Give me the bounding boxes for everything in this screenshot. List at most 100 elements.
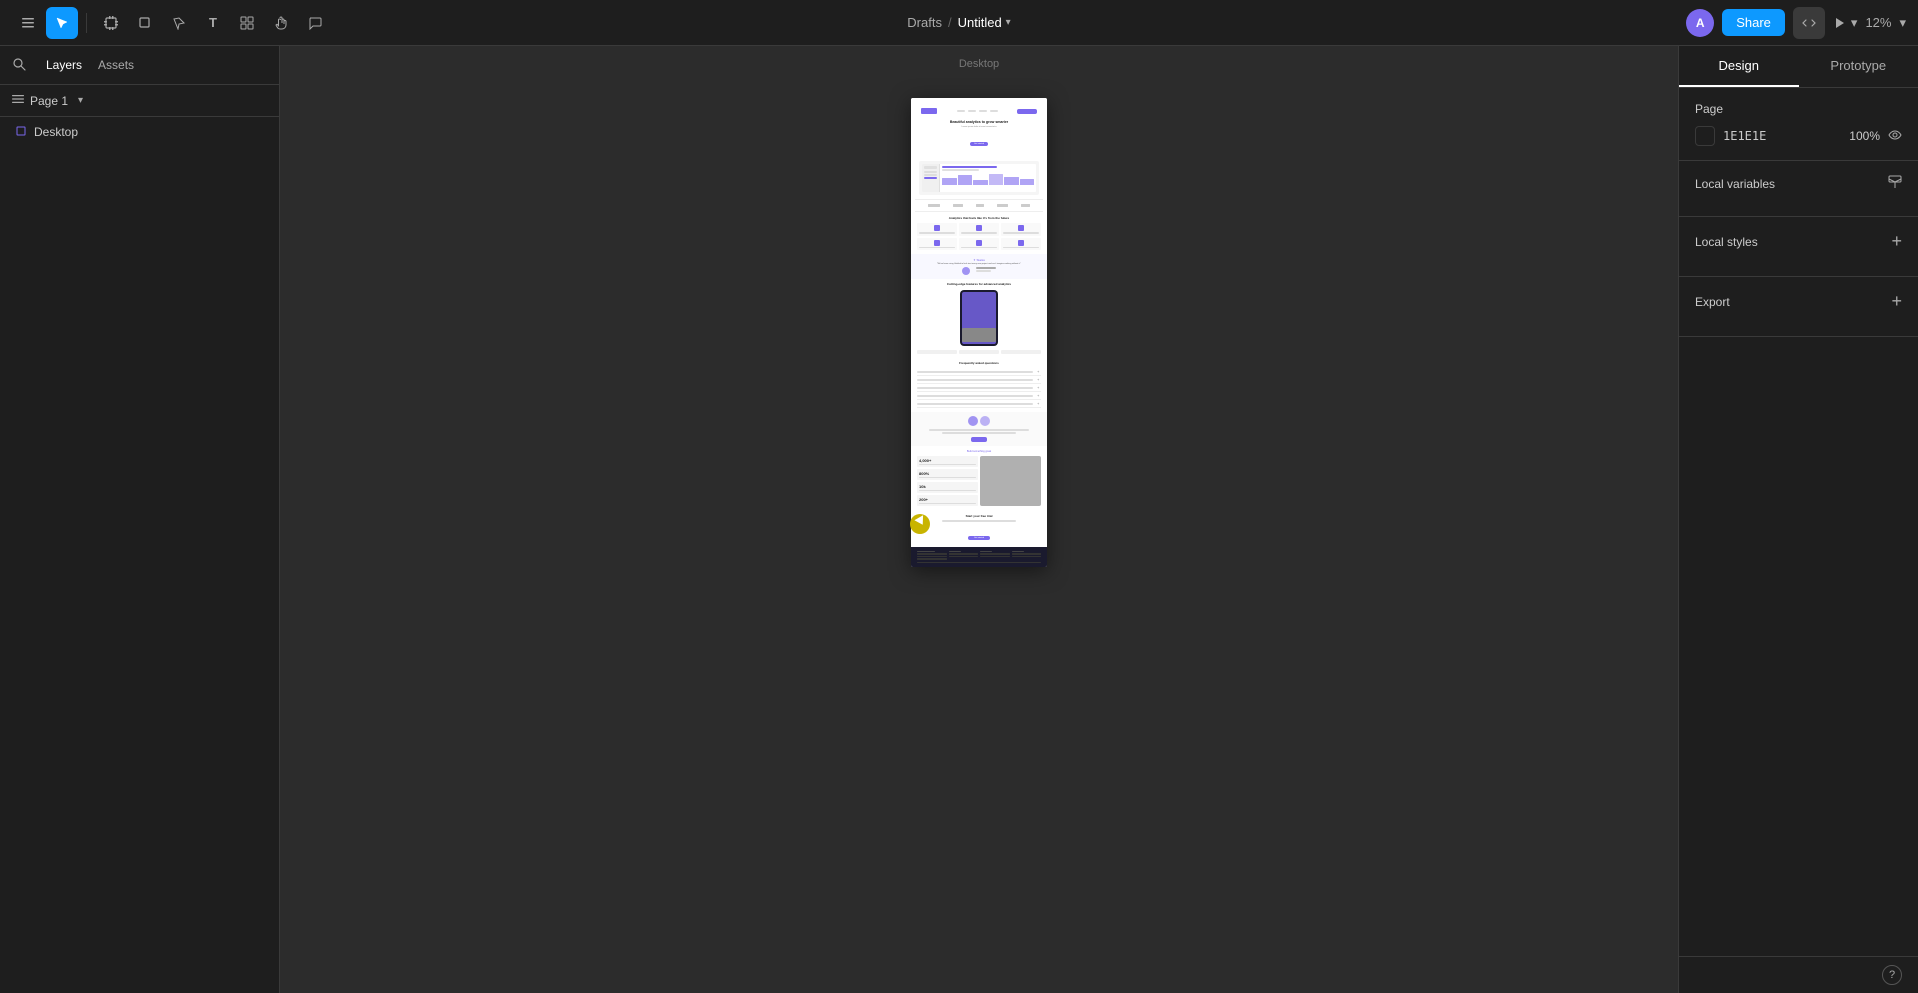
logo-4 — [997, 204, 1008, 207]
select-tool[interactable] — [46, 7, 78, 39]
pen-tool[interactable] — [163, 7, 195, 39]
preview-final-btn: Get started — [968, 536, 990, 540]
feature-2 — [959, 223, 999, 236]
page-color-opacity[interactable]: 100% — [1849, 129, 1880, 143]
prototype-tab[interactable]: Prototype — [1799, 46, 1918, 87]
breadcrumb-current[interactable]: Untitled ▾ — [958, 15, 1011, 30]
preview-stats-section: Build something great 4,000+ 800% — [911, 446, 1047, 510]
feature-1 — [917, 223, 957, 236]
separator-1 — [86, 13, 87, 33]
export-section: Export + — [1679, 277, 1918, 337]
preview-hero-btn: Get started — [970, 142, 988, 146]
layer-item-desktop[interactable]: Desktop — [0, 121, 279, 143]
shape-tool[interactable] — [129, 7, 161, 39]
stat-image — [980, 456, 1041, 506]
feature-3 — [1001, 223, 1041, 236]
zoom-dropdown[interactable]: ▾ — [1899, 15, 1906, 31]
preview-hero-title: Beautiful analytics to grow smarter — [917, 120, 1041, 124]
faq-4: + — [917, 392, 1041, 400]
play-controls[interactable]: ▾ — [1833, 15, 1858, 31]
footer-col-1 — [917, 551, 947, 560]
share-button[interactable]: Share — [1722, 9, 1785, 36]
preview-final-title: Start your free trial — [917, 514, 1041, 518]
footer-col-3 — [980, 551, 1010, 560]
feature-5 — [959, 238, 999, 251]
preview-dash-sidebar — [922, 164, 940, 192]
page-name[interactable]: Page 1 — [30, 94, 68, 108]
tool-group-shapes: T — [95, 7, 331, 39]
preview-features-section: Analytics that feels like it's from the … — [911, 212, 1047, 254]
page-color-row: 1E1E1E 100% — [1695, 126, 1902, 146]
page-label: Page 1 ▾ — [0, 85, 279, 117]
design-tab[interactable]: Design — [1679, 46, 1799, 87]
preview-final-cta-section: Start your free trial Get started — [911, 510, 1047, 547]
page-section-title: Page — [1695, 102, 1723, 116]
components-tool[interactable] — [231, 7, 263, 39]
local-styles-header: Local styles + — [1695, 231, 1902, 252]
preview-features-grid — [917, 223, 1041, 250]
logo-1 — [928, 204, 940, 207]
design-frame[interactable]: Beautiful analytics to grow smarter Lore… — [911, 98, 1047, 567]
local-variables-icon[interactable] — [1888, 175, 1902, 192]
avatar: A — [1686, 9, 1714, 37]
preview-footer-grid — [917, 551, 1041, 560]
main-area: Layers Assets Page 1 ▾ Deskto — [0, 46, 1918, 993]
preview-footer-section — [911, 547, 1047, 568]
feature-6 — [1001, 238, 1041, 251]
faq-3: + — [917, 384, 1041, 392]
canvas[interactable]: Desktop Beautiful analyt — [280, 46, 1678, 993]
preview-testimonial-section: ✦ Statss "We've been using Untitled to k… — [911, 254, 1047, 279]
local-styles-title: Local styles — [1695, 235, 1758, 249]
visibility-icon[interactable] — [1888, 128, 1902, 145]
preview-avatar-row — [917, 267, 1041, 275]
page-color-value[interactable]: 1E1E1E — [1723, 129, 1766, 143]
stat-3: 10k — [917, 482, 978, 493]
preview-advanced-section: Cutting-edge features for advanced analy… — [911, 279, 1047, 357]
preview-adv-title: Cutting-edge features for advanced analy… — [917, 282, 1041, 286]
layers-panel: Desktop — [0, 117, 279, 993]
page-color-swatch[interactable] — [1695, 126, 1715, 146]
layer-name: Desktop — [34, 125, 78, 139]
layers-tab[interactable]: Layers — [46, 54, 82, 76]
footer-col-4 — [1012, 551, 1042, 560]
preview-features-title: Analytics that feels like it's from the … — [917, 216, 1041, 220]
text-tool[interactable]: T — [197, 7, 229, 39]
layer-frame-icon — [16, 125, 26, 139]
page-section: Page 1E1E1E 100% — [1679, 88, 1918, 161]
export-add-icon[interactable]: + — [1891, 291, 1902, 312]
logo-5 — [1021, 204, 1030, 207]
menu-button[interactable] — [12, 7, 44, 39]
logo-3 — [976, 204, 984, 207]
bottom-right: ? — [1679, 956, 1918, 993]
breadcrumb-parent[interactable]: Drafts — [907, 15, 942, 30]
design-preview: Beautiful analytics to grow smarter Lore… — [911, 98, 1047, 567]
toolbar-left: T — [12, 7, 1678, 39]
faq-5: + — [917, 400, 1041, 408]
local-styles-add-icon[interactable]: + — [1891, 231, 1902, 252]
dropdown-icon: ▾ — [1006, 17, 1011, 28]
right-sidebar-tabs: Design Prototype — [1679, 46, 1918, 88]
assets-tab[interactable]: Assets — [98, 54, 134, 76]
comment-tool[interactable] — [299, 7, 331, 39]
toolbar-right: A Share ▾ 12% ▾ — [1686, 7, 1906, 39]
toolbar: T Drafts — [0, 0, 1918, 46]
sidebar-right: Design Prototype Page 1E1E1E 100% — [1678, 46, 1918, 993]
preview-footer-bottom — [917, 562, 1041, 564]
preview-nav-cta — [1017, 109, 1037, 114]
breadcrumb-separator: / — [948, 15, 952, 30]
local-variables-section: Local variables — [1679, 161, 1918, 217]
code-button[interactable] — [1793, 7, 1825, 39]
stat-2: 800% — [917, 469, 978, 480]
stat-1: 4,000+ — [917, 456, 978, 467]
local-variables-header: Local variables — [1695, 175, 1902, 192]
frame-tool[interactable] — [95, 7, 127, 39]
zoom-level[interactable]: 12% — [1865, 15, 1891, 30]
help-button[interactable]: ? — [1882, 965, 1902, 985]
canvas-frame-label: Desktop — [959, 58, 999, 70]
preview-faq-title: Frequently asked questions — [917, 361, 1041, 365]
preview-logos-row — [915, 199, 1043, 212]
sidebar-left: Layers Assets Page 1 ▾ Deskto — [0, 46, 280, 993]
search-icon — [12, 57, 26, 74]
hand-tool[interactable] — [265, 7, 297, 39]
page-dropdown[interactable]: ▾ — [78, 95, 83, 106]
